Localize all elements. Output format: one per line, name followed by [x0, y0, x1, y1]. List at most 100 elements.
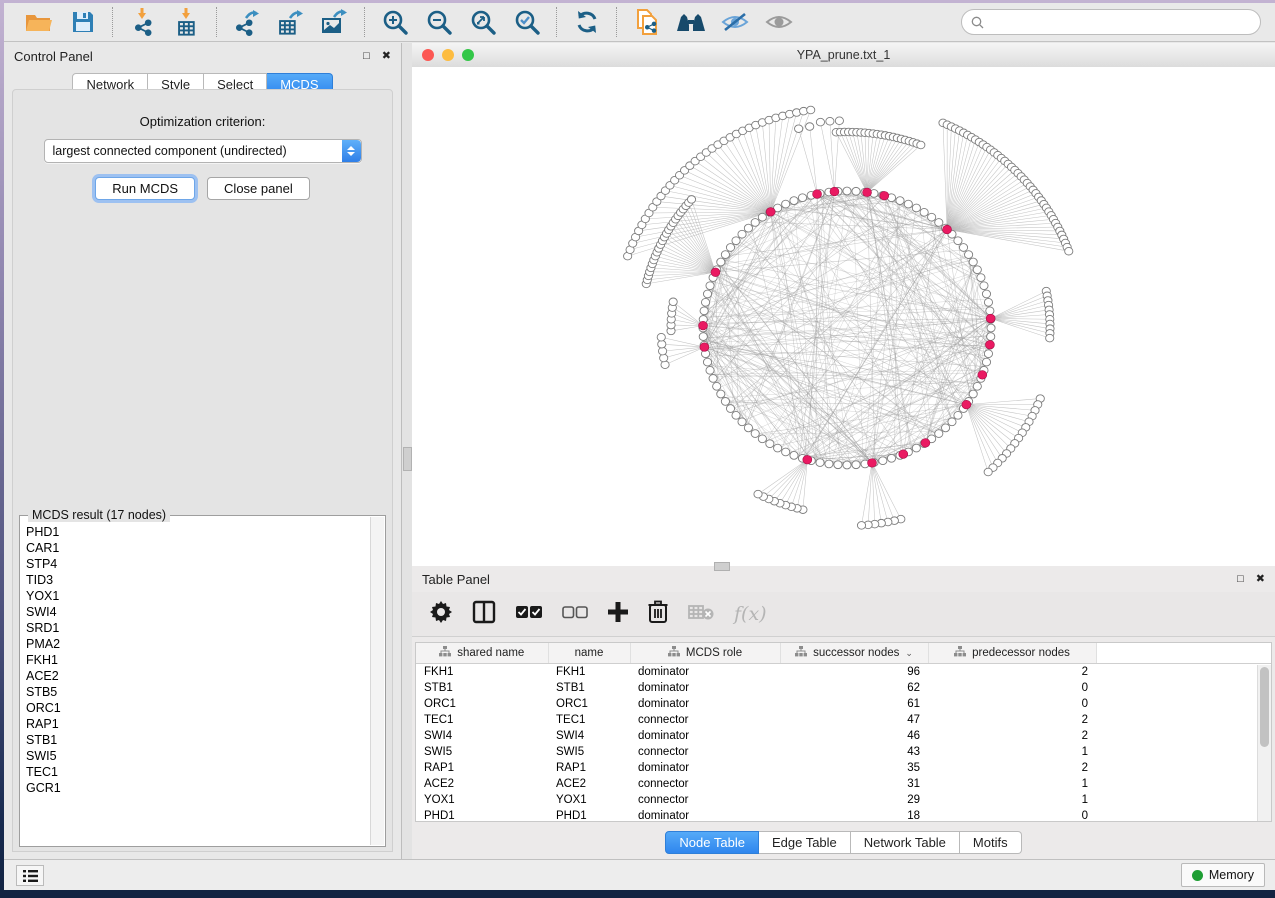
new-network-from-selection-icon	[634, 8, 660, 36]
columns-button[interactable]	[472, 600, 496, 629]
select-all-button[interactable]	[516, 605, 542, 624]
new-network-from-selection-button[interactable]	[632, 7, 662, 37]
cell-name: STB1	[548, 680, 630, 696]
zoom-out-button[interactable]	[424, 7, 454, 37]
mcds-result-item[interactable]: TID3	[26, 572, 371, 588]
table-row[interactable]: SWI5SWI5connector431	[416, 744, 1271, 760]
mcds-result-item[interactable]: STP4	[26, 556, 371, 572]
network-graph[interactable]	[412, 67, 1275, 566]
column-header-name[interactable]: name	[548, 643, 630, 664]
refresh-button[interactable]	[572, 7, 602, 37]
show-all-button[interactable]	[764, 7, 794, 37]
close-table-panel-icon[interactable]: ✖	[1256, 574, 1265, 585]
search-input[interactable]	[990, 14, 1251, 30]
panel-menu-button[interactable]	[16, 865, 44, 886]
cell-predecessor-nodes: 1	[928, 776, 1096, 792]
cell-successor-nodes: 62	[780, 680, 928, 696]
mcds-result-item[interactable]: STB5	[26, 684, 371, 700]
table-row[interactable]: TEC1TEC1connector472	[416, 712, 1271, 728]
save-session-button[interactable]	[68, 7, 98, 37]
mcds-result-item[interactable]: ACE2	[26, 668, 371, 684]
hide-selected-button[interactable]	[720, 7, 750, 37]
table-scrollbar-thumb[interactable]	[1260, 667, 1269, 747]
dropdown-stepper-icon	[342, 140, 361, 162]
column-header-MCDS-role[interactable]: MCDS role	[630, 643, 780, 664]
table-row[interactable]: STB1STB1dominator620	[416, 680, 1271, 696]
close-panel-icon[interactable]: ✖	[382, 51, 391, 62]
delete-table-button[interactable]	[688, 603, 714, 626]
table-panel-title: Table Panel	[422, 572, 490, 587]
open-file-button[interactable]	[24, 7, 54, 37]
table-row[interactable]: YOX1YOX1connector291	[416, 792, 1271, 808]
cell-predecessor-nodes: 2	[928, 760, 1096, 776]
zoom-in-button[interactable]	[380, 7, 410, 37]
zoom-fit-button[interactable]	[468, 7, 498, 37]
mcds-result-item[interactable]: SWI5	[26, 748, 371, 764]
node-attribute-icon	[668, 646, 680, 660]
network-canvas[interactable]	[412, 67, 1275, 566]
cell-shared-name: TEC1	[416, 712, 548, 728]
export-image-button[interactable]	[320, 7, 350, 37]
gear-button[interactable]	[430, 601, 452, 628]
mcds-result-item[interactable]: ORC1	[26, 700, 371, 716]
mcds-result-item[interactable]: SWI4	[26, 604, 371, 620]
table-row[interactable]: ORC1ORC1dominator610	[416, 696, 1271, 712]
cell-filler	[1096, 808, 1271, 822]
table-scrollbar[interactable]	[1257, 665, 1271, 821]
mcds-result-item[interactable]: STB1	[26, 732, 371, 748]
export-table-button[interactable]	[276, 7, 306, 37]
memory-button[interactable]: Memory	[1181, 863, 1265, 887]
table-row[interactable]: PHD1PHD1dominator180	[416, 808, 1271, 822]
status-bar: Memory	[4, 859, 1275, 890]
mcds-result-item[interactable]: TEC1	[26, 764, 371, 780]
zoom-selected-icon	[514, 9, 540, 35]
horizontal-splitter-grip[interactable]	[714, 562, 730, 571]
first-neighbors-button[interactable]	[676, 7, 706, 37]
float-panel-icon[interactable]: □	[363, 51, 370, 62]
search-icon	[971, 16, 984, 29]
sort-chevron-icon[interactable]: ⌄	[905, 648, 913, 659]
zoom-selected-button[interactable]	[512, 7, 542, 37]
table-row[interactable]: RAP1RAP1dominator352	[416, 760, 1271, 776]
columns-icon	[472, 600, 496, 629]
mcds-result-item[interactable]: CAR1	[26, 540, 371, 556]
float-table-panel-icon[interactable]: □	[1237, 574, 1244, 585]
mcds-result-item[interactable]: PHD1	[26, 524, 371, 540]
delete-column-button[interactable]	[648, 600, 668, 629]
run-mcds-button[interactable]: Run MCDS	[95, 177, 195, 200]
search-box[interactable]	[961, 9, 1261, 35]
cell-shared-name: PHD1	[416, 808, 548, 822]
mcds-result-item[interactable]: RAP1	[26, 716, 371, 732]
tab-network-table[interactable]: Network Table	[851, 831, 960, 854]
close-panel-button[interactable]: Close panel	[207, 177, 310, 200]
table-row[interactable]: SWI4SWI4dominator462	[416, 728, 1271, 744]
mcds-result-item[interactable]: PMA2	[26, 636, 371, 652]
column-header-successor-nodes[interactable]: successor nodes⌄	[780, 643, 928, 664]
add-column-button[interactable]	[608, 602, 628, 627]
function-builder-button[interactable]: f(x)	[734, 603, 767, 625]
hide-selected-icon	[721, 11, 749, 33]
result-scrollbar[interactable]	[370, 517, 384, 845]
criterion-dropdown[interactable]: largest connected component (undirected)	[44, 139, 362, 163]
import-table-button[interactable]	[172, 7, 202, 37]
export-network-button[interactable]	[232, 7, 262, 37]
column-header-shared-name[interactable]: shared name	[416, 643, 548, 664]
table-row[interactable]: ACE2ACE2connector311	[416, 776, 1271, 792]
mcds-result-item[interactable]: SRD1	[26, 620, 371, 636]
mcds-result-item[interactable]: FKH1	[26, 652, 371, 668]
table-row[interactable]: FKH1FKH1dominator962	[416, 664, 1271, 681]
cell-successor-nodes: 35	[780, 760, 928, 776]
column-header-predecessor-nodes[interactable]: predecessor nodes	[928, 643, 1096, 664]
tab-motifs[interactable]: Motifs	[960, 831, 1022, 854]
deselect-all-button[interactable]	[562, 605, 588, 624]
import-network-button[interactable]	[128, 7, 158, 37]
tab-node-table[interactable]: Node Table	[665, 831, 759, 854]
toolbar-group	[366, 7, 556, 37]
splitter-grip[interactable]	[403, 447, 412, 471]
mcds-result-item[interactable]: GCR1	[26, 780, 371, 796]
network-window: YPA_prune.txt_1	[412, 43, 1275, 566]
tab-edge-table[interactable]: Edge Table	[759, 831, 851, 854]
cell-name: PHD1	[548, 808, 630, 822]
network-titlebar[interactable]: YPA_prune.txt_1	[412, 43, 1275, 68]
mcds-result-item[interactable]: YOX1	[26, 588, 371, 604]
